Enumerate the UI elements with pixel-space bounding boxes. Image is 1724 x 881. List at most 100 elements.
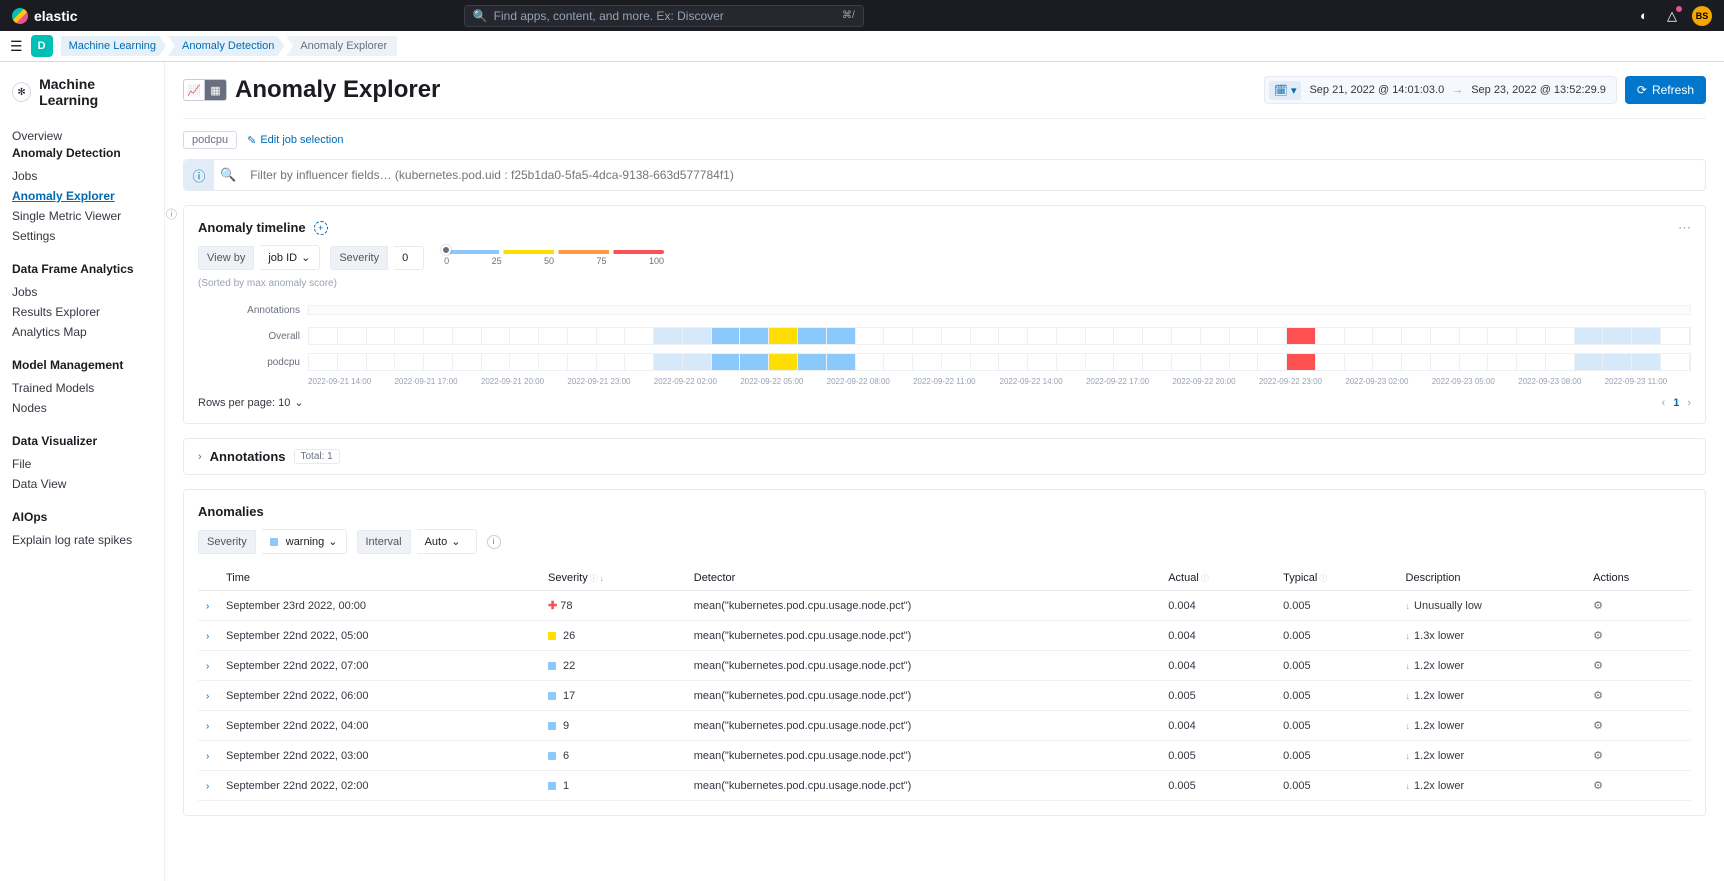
nav-toggle-icon[interactable]: ☰ xyxy=(10,38,23,55)
gear-icon[interactable]: ⚙ xyxy=(1593,660,1603,672)
global-search[interactable]: 🔍 Find apps, content, and more. Ex: Disc… xyxy=(464,5,864,27)
sidebar-item[interactable]: Explain log rate spikes xyxy=(12,530,152,550)
annotations-track[interactable] xyxy=(308,305,1691,315)
date-range-picker[interactable]: 🗓 ▾ Sep 21, 2022 @ 14:01:03.0 → Sep 23, … xyxy=(1264,76,1617,104)
sidebar-item[interactable]: Nodes xyxy=(12,398,152,418)
space-selector[interactable]: D xyxy=(31,35,53,57)
expand-row-icon[interactable]: › xyxy=(206,691,209,702)
sorted-note: (Sorted by max anomaly score) xyxy=(198,278,1691,289)
sidebar-item[interactable]: Jobs xyxy=(12,282,152,302)
table-row: ›September 22nd 2022, 02:00 1mean("kuber… xyxy=(198,771,1691,801)
expand-row-icon[interactable]: › xyxy=(206,721,209,732)
sidebar-item[interactable]: Data View xyxy=(12,474,152,494)
expand-row-icon[interactable]: › xyxy=(206,781,209,792)
col-typical[interactable]: Typicalⓘ xyxy=(1275,566,1397,591)
gear-icon[interactable]: ⚙ xyxy=(1593,780,1603,792)
cell-time: September 22nd 2022, 02:00 xyxy=(218,771,540,801)
refresh-icon: ⟳ xyxy=(1637,83,1647,97)
elastic-logo-icon xyxy=(12,8,28,24)
influencer-filter-bar[interactable]: ⓘ 🔍 xyxy=(183,159,1706,191)
breadcrumb: Machine Learning Anomaly Detection Anoma… xyxy=(61,36,400,56)
sidebar-item[interactable]: Settings xyxy=(12,226,152,246)
filter-input[interactable] xyxy=(242,168,1705,182)
panel-menu-icon[interactable]: ⋯ xyxy=(1678,220,1691,236)
search-icon: 🔍 xyxy=(473,9,488,23)
breadcrumb-item[interactable]: Anomaly Detection xyxy=(168,36,284,56)
sidebar-item[interactable]: File xyxy=(12,454,152,474)
anomalies-table: Time Severityⓘ↓ Detector Actualⓘ Typical… xyxy=(198,566,1691,801)
cell-severity: 22 xyxy=(540,651,686,681)
col-description[interactable]: Description xyxy=(1398,566,1586,591)
severity-filter[interactable]: Severity warning ⌄ xyxy=(198,529,347,554)
sidebar-item-overview[interactable]: Overview xyxy=(12,126,152,146)
timeline-row-label: podcpu xyxy=(198,357,308,368)
expand-row-icon[interactable]: › xyxy=(206,631,209,642)
cell-description: ↓1.2x lower xyxy=(1398,711,1586,741)
anomaly-timeline-panel: ⓘ ⋯ Anomaly timeline + View by job ID ⌄ … xyxy=(183,205,1706,424)
sidebar-item[interactable]: Results Explorer xyxy=(12,302,152,322)
sidebar-group-title: Model Management xyxy=(12,358,152,372)
refresh-button[interactable]: ⟳ Refresh xyxy=(1625,76,1706,104)
panel-info-icon[interactable]: ⓘ xyxy=(166,206,177,222)
sidebar-item[interactable]: Anomaly Explorer xyxy=(12,186,152,206)
chart-view-icon[interactable]: 📈 xyxy=(183,79,205,101)
overall-track[interactable] xyxy=(308,327,1691,345)
newsfeed-icon[interactable]: △ xyxy=(1664,8,1680,24)
cell-typical: 0.005 xyxy=(1275,771,1397,801)
gear-icon[interactable]: ⚙ xyxy=(1593,750,1603,762)
user-avatar[interactable]: BS xyxy=(1692,6,1712,26)
sidebar: ✻ Machine Learning Overview Anomaly Dete… xyxy=(0,62,165,881)
col-time[interactable]: Time xyxy=(218,566,540,591)
sidebar-item[interactable]: Single Metric Viewer xyxy=(12,206,152,226)
expand-row-icon[interactable]: › xyxy=(206,661,209,672)
rows-per-page[interactable]: Rows per page: 10 ⌄ xyxy=(198,396,304,409)
expand-row-icon[interactable]: › xyxy=(206,751,209,762)
sidebar-item[interactable]: Trained Models xyxy=(12,378,152,398)
global-header: elastic 🔍 Find apps, content, and more. … xyxy=(0,0,1724,31)
main-content: 📈 ▦ Anomaly Explorer 🗓 ▾ Sep 21, 2022 @ … xyxy=(165,62,1724,881)
annotations-title: Annotations xyxy=(210,449,286,464)
table-row: ›September 23rd 2022, 00:00✚ 78mean("kub… xyxy=(198,591,1691,621)
page-title: Anomaly Explorer xyxy=(235,76,440,104)
info-icon[interactable]: ⓘ xyxy=(184,160,214,190)
expand-row-icon[interactable]: › xyxy=(206,601,209,612)
prev-page-icon[interactable]: ‹ xyxy=(1662,397,1666,409)
add-swimlane-icon[interactable]: + xyxy=(314,221,328,235)
cell-actual: 0.004 xyxy=(1160,591,1275,621)
next-page-icon[interactable]: › xyxy=(1687,397,1691,409)
col-actual[interactable]: Actualⓘ xyxy=(1160,566,1275,591)
chevron-down-icon: ⌄ xyxy=(301,251,310,264)
annotations-panel[interactable]: › Annotations Total: 1 xyxy=(183,438,1706,475)
edit-job-selection-link[interactable]: ✎ Edit job selection xyxy=(247,134,343,147)
info-icon[interactable]: i xyxy=(487,535,501,549)
table-view-icon[interactable]: ▦ xyxy=(205,79,227,101)
cell-detector: mean("kubernetes.pod.cpu.usage.node.pct"… xyxy=(686,651,1160,681)
search-placeholder: Find apps, content, and more. Ex: Discov… xyxy=(494,9,724,23)
current-page[interactable]: 1 xyxy=(1673,397,1679,409)
sidebar-item[interactable]: Analytics Map xyxy=(12,322,152,342)
sidebar-item[interactable]: Jobs xyxy=(12,166,152,186)
severity-control[interactable]: Severity 0 xyxy=(330,246,424,270)
search-shortcut: ⌘/ xyxy=(842,10,855,21)
col-severity[interactable]: Severityⓘ↓ xyxy=(540,566,686,591)
gear-icon[interactable]: ⚙ xyxy=(1593,600,1603,612)
severity-scale[interactable]: 0 25 50 75 100 xyxy=(444,250,664,266)
chevron-down-icon: ⌄ xyxy=(451,535,460,548)
cell-time: September 22nd 2022, 05:00 xyxy=(218,621,540,651)
view-by-control[interactable]: View by job ID ⌄ xyxy=(198,245,320,270)
breadcrumb-item[interactable]: Machine Learning xyxy=(61,36,166,56)
col-detector[interactable]: Detector xyxy=(686,566,1160,591)
gear-icon[interactable]: ⚙ xyxy=(1593,630,1603,642)
brand-logo[interactable]: elastic xyxy=(12,8,78,24)
help-icon[interactable]: ◐ xyxy=(1636,8,1652,24)
table-row: ›September 22nd 2022, 03:00 6mean("kuber… xyxy=(198,741,1691,771)
gear-icon[interactable]: ⚙ xyxy=(1593,690,1603,702)
cell-detector: mean("kubernetes.pod.cpu.usage.node.pct"… xyxy=(686,591,1160,621)
timeline-row-label: Annotations xyxy=(198,305,308,316)
cell-severity: 9 xyxy=(540,711,686,741)
cell-detector: mean("kubernetes.pod.cpu.usage.node.pct"… xyxy=(686,681,1160,711)
slider-thumb[interactable] xyxy=(441,245,451,255)
interval-filter[interactable]: Interval Auto ⌄ xyxy=(357,529,477,554)
job-track[interactable] xyxy=(308,353,1691,371)
gear-icon[interactable]: ⚙ xyxy=(1593,720,1603,732)
